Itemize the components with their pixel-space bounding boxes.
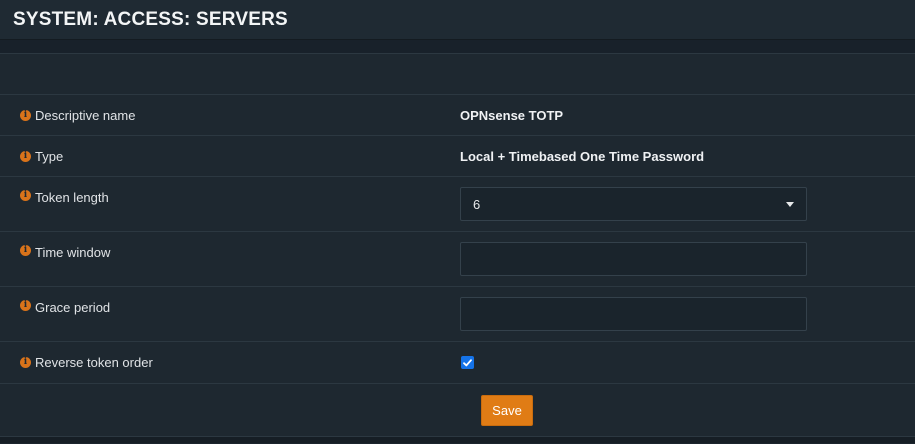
server-form-panel: i Descriptive name OPNsense TOTP i Type … bbox=[0, 53, 915, 437]
grace-period-input[interactable] bbox=[460, 297, 807, 331]
save-button[interactable]: Save bbox=[481, 394, 533, 426]
footer-strip bbox=[0, 437, 915, 443]
time-window-row: i Time window bbox=[0, 232, 915, 287]
time-window-label: Time window bbox=[35, 245, 111, 260]
grace-period-label: Grace period bbox=[35, 300, 111, 315]
info-icon[interactable]: i bbox=[20, 150, 31, 162]
type-row: i Type Local + Timebased One Time Passwo… bbox=[0, 136, 915, 177]
info-icon[interactable]: i bbox=[20, 109, 31, 121]
page-header: SYSTEM: ACCESS: SERVERS bbox=[0, 0, 915, 40]
info-icon[interactable]: i bbox=[20, 245, 31, 256]
grace-period-label-cell: i Grace period bbox=[0, 287, 460, 341]
descriptive-name-value: OPNsense TOTP bbox=[460, 107, 564, 123]
header-spacer bbox=[0, 40, 915, 53]
checkmark-icon bbox=[463, 358, 472, 366]
time-window-value-cell bbox=[460, 232, 915, 286]
time-window-input[interactable] bbox=[460, 242, 807, 276]
token-length-label-cell: i Token length bbox=[0, 177, 460, 231]
time-window-label-cell: i Time window bbox=[0, 232, 460, 286]
info-icon[interactable]: i bbox=[20, 357, 31, 368]
form-actions: Save bbox=[0, 384, 915, 437]
reverse-token-order-value-cell bbox=[460, 356, 915, 369]
reverse-token-order-checkbox[interactable] bbox=[461, 356, 474, 369]
token-length-selected: 6 bbox=[473, 196, 481, 212]
reverse-token-order-label: Reverse token order bbox=[35, 355, 153, 370]
descriptive-name-label-cell: i Descriptive name bbox=[0, 108, 460, 123]
token-length-select[interactable]: 6 bbox=[460, 187, 807, 221]
type-value: Local + Timebased One Time Password bbox=[460, 148, 705, 164]
type-label: Type bbox=[35, 148, 64, 164]
descriptive-name-row: i Descriptive name OPNsense TOTP bbox=[0, 95, 915, 136]
chevron-down-icon bbox=[786, 201, 794, 207]
page: SYSTEM: ACCESS: SERVERS i Descriptive na… bbox=[0, 0, 915, 444]
grace-period-value-cell bbox=[460, 287, 915, 341]
page-title: SYSTEM: ACCESS: SERVERS bbox=[13, 8, 288, 30]
reverse-token-order-label-cell: i Reverse token order bbox=[0, 355, 460, 370]
info-icon[interactable]: i bbox=[20, 190, 31, 201]
grace-period-row: i Grace period bbox=[0, 287, 915, 342]
info-icon[interactable]: i bbox=[20, 300, 31, 311]
reverse-token-order-row: i Reverse token order bbox=[0, 342, 915, 384]
token-length-row: i Token length 6 bbox=[0, 177, 915, 232]
token-length-label: Token length bbox=[35, 190, 109, 205]
type-label-cell: i Type bbox=[0, 149, 460, 164]
descriptive-name-label: Descriptive name bbox=[35, 107, 136, 123]
token-length-value-cell: 6 bbox=[460, 177, 915, 231]
panel-heading bbox=[0, 54, 915, 95]
